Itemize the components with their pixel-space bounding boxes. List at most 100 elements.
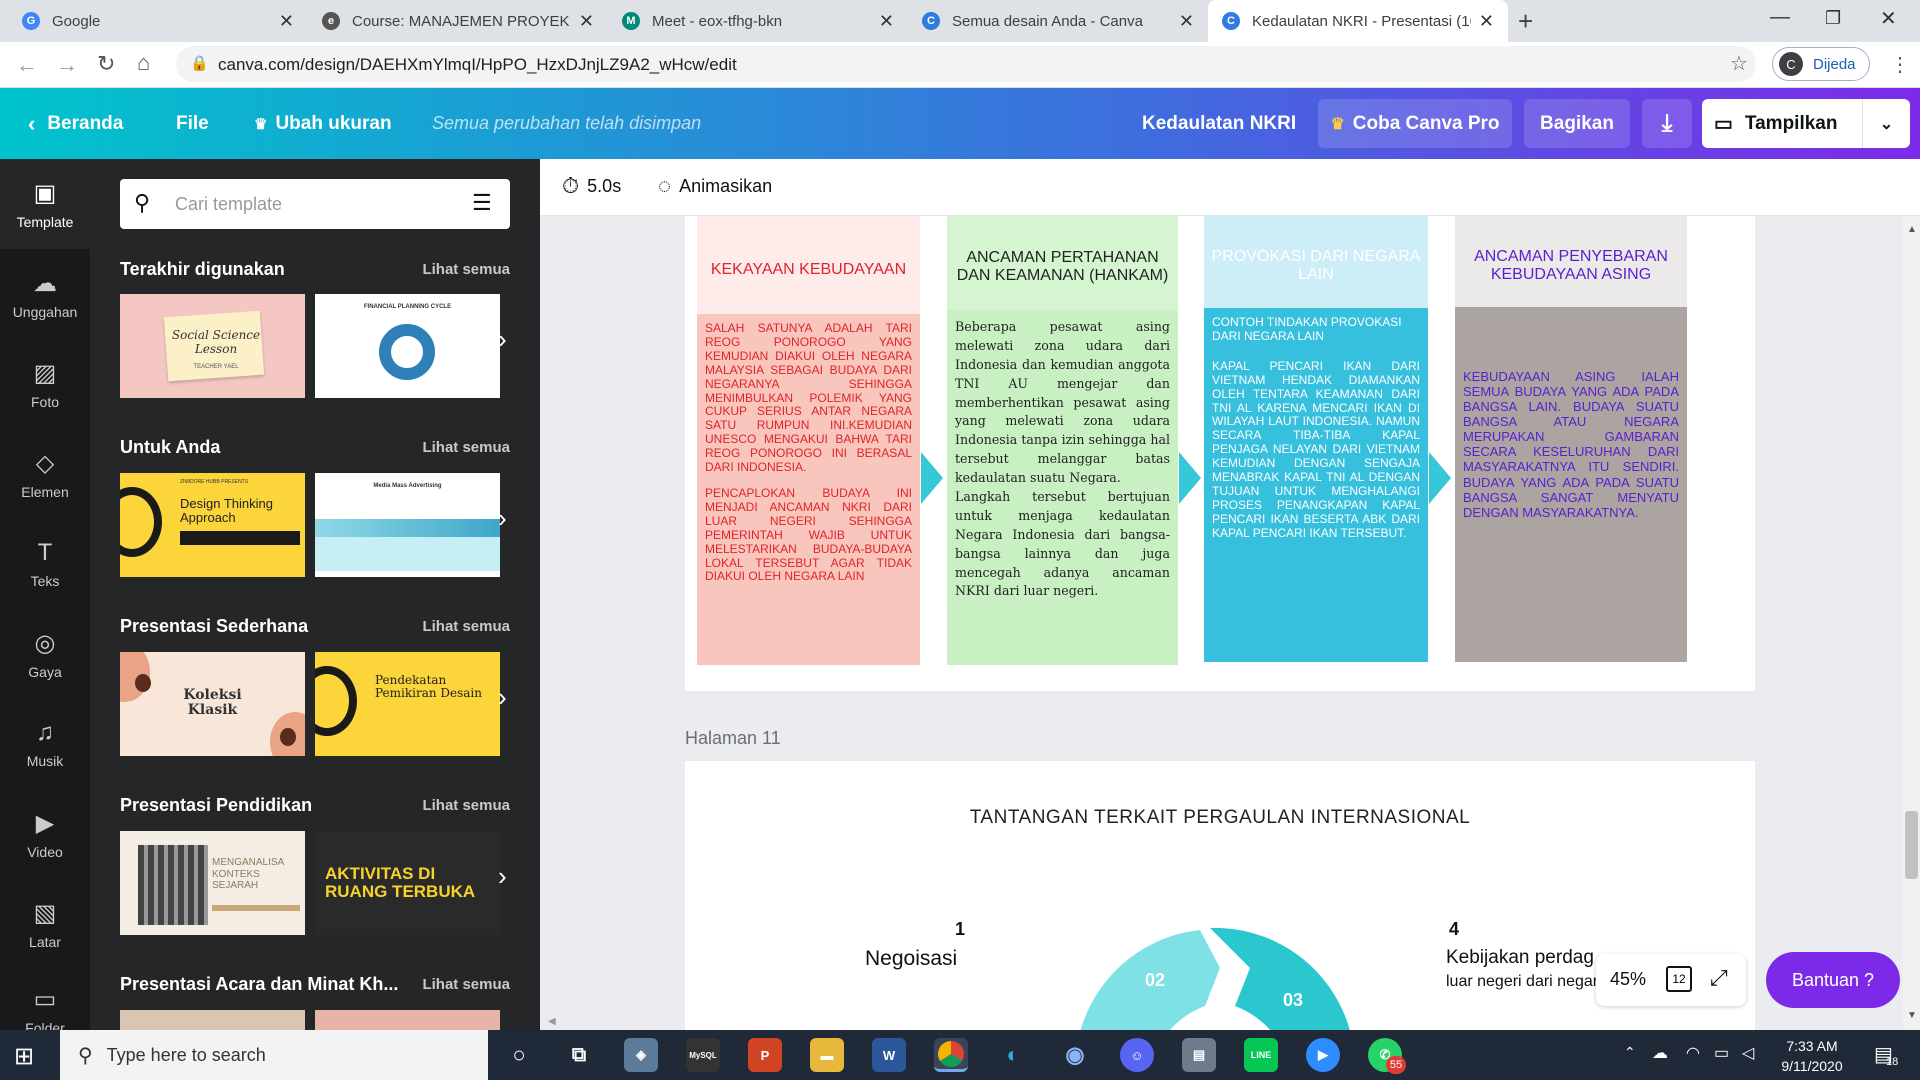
home-icon[interactable]: ⌂ [137, 50, 150, 76]
share-button[interactable]: Bagikan [1524, 99, 1630, 148]
line-icon[interactable]: LINE [1244, 1038, 1278, 1072]
close-window-icon[interactable]: ✕ [1880, 6, 1897, 31]
slide-page-10[interactable]: KEKAYAAN KEBUDAYAAN SALAH SATUNYA ADALAH… [685, 216, 1755, 691]
chrome-icon[interactable] [934, 1038, 968, 1072]
scroll-left-icon[interactable]: ◀ [548, 1016, 556, 1027]
template-thumb[interactable]: Koleksi Klasik [120, 652, 305, 756]
file-explorer-icon[interactable]: ▬ [810, 1038, 844, 1072]
edge-icon[interactable]: ◐ [996, 1038, 1030, 1072]
duration-button[interactable]: ⏱ 5.0s [562, 173, 621, 199]
download-icon[interactable]: ⤓ [1642, 99, 1692, 148]
zoom-icon[interactable]: ▶ [1306, 1038, 1340, 1072]
close-tab-icon[interactable]: ✕ [879, 11, 894, 32]
forward-icon[interactable]: → [56, 52, 78, 78]
close-tab-icon[interactable]: ✕ [1179, 11, 1194, 32]
mysql-icon[interactable]: MySQL [686, 1038, 720, 1072]
see-all-link[interactable]: Lihat semua [422, 976, 510, 993]
rail-elements[interactable]: ◇ Elemen [0, 429, 90, 519]
clock[interactable]: 7:33 AM 9/11/2020 [1770, 1037, 1854, 1076]
template-thumb[interactable]: ZIMIDORE HUBB PRESENTS Design Thinking A… [120, 473, 305, 577]
reload-icon[interactable]: ↻ [97, 51, 115, 77]
chevron-right-icon[interactable]: › [498, 503, 507, 534]
onedrive-icon[interactable]: ☁ [1652, 1043, 1668, 1063]
slide-page-11[interactable]: TANTANGAN TERKAIT PERGAULAN INTERNASIONA… [685, 761, 1755, 1030]
close-tab-icon[interactable]: ✕ [279, 11, 294, 32]
rail-template[interactable]: ▣ Template [0, 159, 90, 249]
battery-icon[interactable]: ▭ [1714, 1043, 1729, 1063]
see-all-link[interactable]: Lihat semua [422, 618, 510, 635]
template-thumb[interactable]: AKTIVITAS DI RUANG TERBUKA [315, 831, 500, 935]
fullscreen-icon[interactable]: ⤢ [1710, 965, 1728, 991]
column-kebudayaan-asing[interactable]: ANCAMAN PENYEBARAN KEBUDAYAAN ASING KEBU… [1455, 216, 1687, 662]
template-thumb[interactable] [315, 1010, 500, 1030]
filter-icon[interactable]: ☰ [472, 190, 492, 216]
tab-kedaulatan[interactable]: C Kedaulatan NKRI - Presentasi (16 ✕ [1208, 0, 1508, 42]
app-icon[interactable]: ◈ [624, 1038, 658, 1072]
scrollbar-thumb[interactable] [1905, 811, 1918, 879]
template-thumb[interactable]: Social Science Lesson TEACHER YAEL [120, 294, 305, 398]
profile-button[interactable]: C Dijeda [1772, 47, 1870, 81]
rail-video[interactable]: ▶ Video [0, 789, 90, 879]
tab-meet[interactable]: M Meet - eox-tfhg-bkn ✕ [608, 0, 908, 42]
chevron-right-icon[interactable]: › [498, 682, 507, 713]
task-view-icon[interactable]: ⧉ [562, 1038, 596, 1072]
menu-kebab-icon[interactable]: ⋮ [1890, 52, 1910, 77]
rail-music[interactable]: ♫ Musik [0, 699, 90, 789]
powerpoint-icon[interactable]: P [748, 1038, 782, 1072]
tab-google[interactable]: G Google ✕ [8, 0, 308, 42]
bookmark-star-icon[interactable]: ☆ [1730, 51, 1748, 76]
page-count-button[interactable]: 12 [1666, 966, 1692, 992]
template-thumb[interactable] [120, 1010, 305, 1030]
template-thumb[interactable]: Pendekatan Pemikiran Desain [315, 652, 500, 756]
chrome-profile-icon[interactable]: ◉ [1058, 1038, 1092, 1072]
animate-button[interactable]: ◌ Animasikan [658, 173, 772, 199]
discord-icon[interactable]: ☺ [1120, 1038, 1154, 1072]
template-thumb[interactable]: MENGANALISA KONTEKS SEJARAH [120, 831, 305, 935]
column-provokasi[interactable]: PROVOKASI DARI NEGARA LAIN CONTOH TINDAK… [1204, 216, 1428, 662]
volume-icon[interactable]: ◁ [1742, 1043, 1754, 1063]
photos-icon[interactable]: ▤ [1182, 1038, 1216, 1072]
new-tab-button[interactable]: + [1518, 6, 1533, 37]
url-field[interactable]: 🔒 canva.com/design/DAEHXmYlmqI/HpPO_HzxD… [176, 46, 1756, 82]
cortana-icon[interactable]: ○ [502, 1038, 536, 1072]
vertical-scrollbar[interactable]: ▲ ▼ [1903, 216, 1920, 1030]
template-thumb[interactable]: Media Mass Advertising [315, 473, 500, 577]
back-icon[interactable]: ← [16, 52, 38, 78]
rail-photos[interactable]: ▨ Foto [0, 339, 90, 429]
zoom-level[interactable]: 45% [1610, 969, 1646, 990]
see-all-link[interactable]: Lihat semua [422, 261, 510, 278]
minimize-icon[interactable]: — [1770, 6, 1790, 29]
tab-canva-designs[interactable]: C Semua desain Anda - Canva ✕ [908, 0, 1208, 42]
scroll-down-icon[interactable]: ▼ [1907, 1010, 1917, 1021]
rail-background[interactable]: ▧ Latar [0, 879, 90, 969]
chevron-right-icon[interactable]: › [498, 861, 507, 892]
tab-course[interactable]: e Course: MANAJEMEN PROYEK SI ✕ [308, 0, 608, 42]
template-thumb[interactable]: FINANCIAL PLANNING CYCLE [315, 294, 500, 398]
wifi-icon[interactable]: ◠ [1686, 1043, 1700, 1063]
template-search-input[interactable]: ⚲ Cari template ☰ [120, 179, 510, 229]
help-button[interactable]: Bantuan ? [1766, 952, 1900, 1008]
chevron-down-icon[interactable]: ⌄ [1862, 99, 1910, 148]
windows-start-icon[interactable]: ⊞ [14, 1042, 34, 1071]
rail-uploads[interactable]: ☁ Unggahan [0, 249, 90, 339]
home-button[interactable]: ‹ Beranda [28, 88, 123, 159]
taskbar-search[interactable]: ⚲ Type here to search [60, 1030, 488, 1080]
close-tab-icon[interactable]: ✕ [579, 11, 594, 32]
rail-folder[interactable]: ▭ Folder [0, 969, 90, 1030]
try-pro-button[interactable]: ♛ Coba Canva Pro [1318, 99, 1512, 148]
chevron-up-icon[interactable]: ⌃ [1624, 1044, 1636, 1061]
column-kekayaan[interactable]: KEKAYAAN KEBUDAYAAN SALAH SATUNYA ADALAH… [697, 216, 920, 665]
present-button[interactable]: ▭ Tampilkan ⌄ [1702, 99, 1910, 148]
file-menu-button[interactable]: File [176, 88, 209, 159]
column-hankam[interactable]: ANCAMAN PERTAHANAN DAN KEAMANAN (HANKAM)… [947, 216, 1178, 665]
scroll-up-icon[interactable]: ▲ [1907, 224, 1917, 235]
close-tab-icon[interactable]: ✕ [1479, 11, 1494, 32]
word-icon[interactable]: W [872, 1038, 906, 1072]
see-all-link[interactable]: Lihat semua [422, 439, 510, 456]
resize-button[interactable]: ♛ Ubah ukuran [254, 88, 392, 159]
document-title[interactable]: Kedaulatan NKRI [1142, 88, 1296, 159]
chevron-right-icon[interactable]: › [498, 324, 507, 355]
see-all-link[interactable]: Lihat semua [422, 797, 510, 814]
rail-text[interactable]: T Teks [0, 519, 90, 609]
maximize-icon[interactable]: ❐ [1825, 8, 1841, 29]
